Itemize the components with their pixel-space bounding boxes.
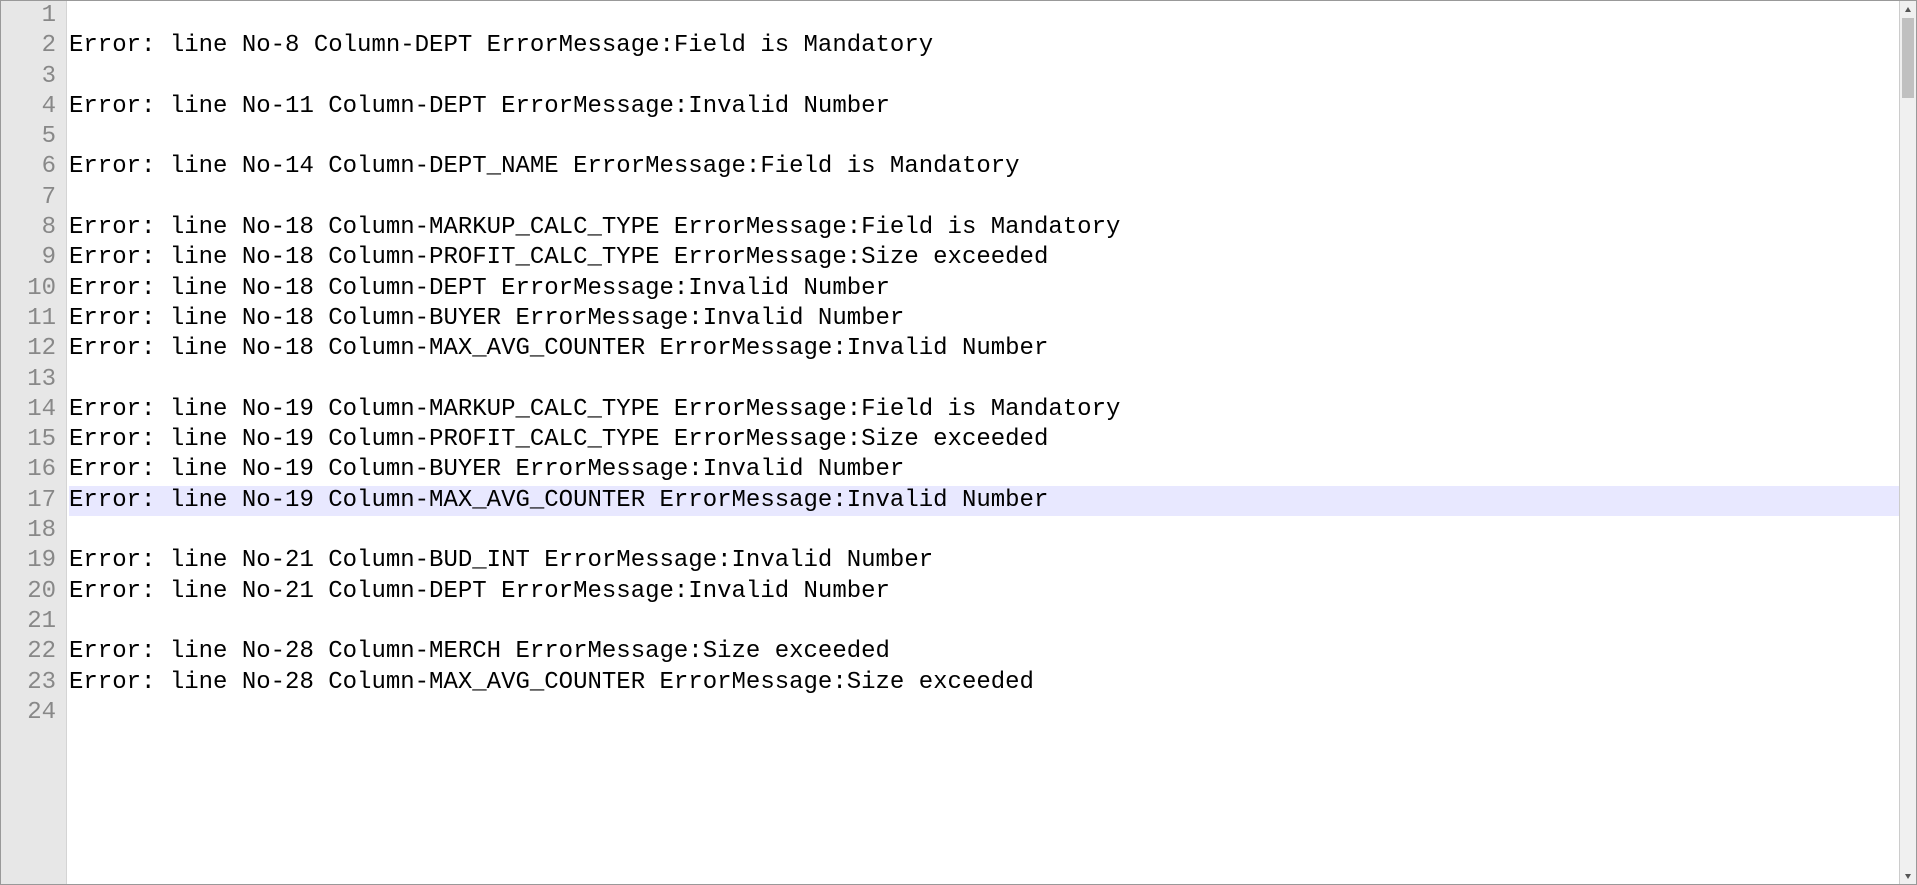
line-number: 2 [1, 31, 56, 61]
scroll-thumb[interactable] [1902, 18, 1914, 98]
line-number: 15 [1, 425, 56, 455]
line-number: 21 [1, 607, 56, 637]
editor-line[interactable]: Error: line No-18 Column-PROFIT_CALC_TYP… [69, 243, 1899, 273]
editor-line[interactable]: Error: line No-19 Column-PROFIT_CALC_TYP… [69, 425, 1899, 455]
editor-line[interactable]: Error: line No-11 Column-DEPT ErrorMessa… [69, 92, 1899, 122]
editor-line[interactable]: Error: line No-19 Column-MAX_AVG_COUNTER… [69, 486, 1899, 516]
line-number: 3 [1, 62, 56, 92]
editor-line[interactable]: Error: line No-8 Column-DEPT ErrorMessag… [69, 31, 1899, 61]
editor-line[interactable]: Error: line No-18 Column-MAX_AVG_COUNTER… [69, 334, 1899, 364]
editor-line[interactable]: Error: line No-18 Column-DEPT ErrorMessa… [69, 274, 1899, 304]
line-number: 17 [1, 486, 56, 516]
scroll-down-arrow-icon[interactable] [1900, 867, 1916, 884]
line-number: 8 [1, 213, 56, 243]
editor-line[interactable] [69, 183, 1899, 213]
line-number: 18 [1, 516, 56, 546]
line-number: 16 [1, 455, 56, 485]
line-number: 10 [1, 274, 56, 304]
line-number: 23 [1, 668, 56, 698]
line-number: 22 [1, 637, 56, 667]
line-number: 19 [1, 546, 56, 576]
editor-line[interactable]: Error: line No-18 Column-MARKUP_CALC_TYP… [69, 213, 1899, 243]
line-number: 7 [1, 183, 56, 213]
line-number: 5 [1, 122, 56, 152]
line-number: 24 [1, 698, 56, 728]
line-number: 13 [1, 365, 56, 395]
editor-line[interactable] [69, 607, 1899, 637]
editor-line[interactable]: Error: line No-14 Column-DEPT_NAME Error… [69, 152, 1899, 182]
scroll-track[interactable] [1900, 18, 1916, 867]
editor-text-area[interactable]: Error: line No-8 Column-DEPT ErrorMessag… [67, 1, 1899, 884]
editor-line[interactable]: Error: line No-28 Column-MERCH ErrorMess… [69, 637, 1899, 667]
editor-line[interactable] [69, 1, 1899, 31]
editor-line[interactable]: Error: line No-28 Column-MAX_AVG_COUNTER… [69, 668, 1899, 698]
editor-line[interactable]: Error: line No-21 Column-BUD_INT ErrorMe… [69, 546, 1899, 576]
editor-line[interactable] [69, 365, 1899, 395]
line-number: 9 [1, 243, 56, 273]
line-number: 6 [1, 152, 56, 182]
editor-line[interactable] [69, 62, 1899, 92]
line-number-gutter: 123456789101112131415161718192021222324 [1, 1, 67, 884]
line-number: 11 [1, 304, 56, 334]
vertical-scrollbar[interactable] [1899, 1, 1916, 884]
editor-line[interactable] [69, 698, 1899, 728]
editor-line[interactable]: Error: line No-19 Column-MARKUP_CALC_TYP… [69, 395, 1899, 425]
scroll-up-arrow-icon[interactable] [1900, 1, 1916, 18]
line-number: 12 [1, 334, 56, 364]
editor-line[interactable]: Error: line No-18 Column-BUYER ErrorMess… [69, 304, 1899, 334]
editor-line[interactable]: Error: line No-21 Column-DEPT ErrorMessa… [69, 577, 1899, 607]
line-number: 14 [1, 395, 56, 425]
editor-line[interactable]: Error: line No-19 Column-BUYER ErrorMess… [69, 455, 1899, 485]
editor-line[interactable] [69, 516, 1899, 546]
line-number: 1 [1, 1, 56, 31]
text-editor: 123456789101112131415161718192021222324 … [0, 0, 1917, 885]
line-number: 20 [1, 577, 56, 607]
line-number: 4 [1, 92, 56, 122]
editor-line[interactable] [69, 122, 1899, 152]
